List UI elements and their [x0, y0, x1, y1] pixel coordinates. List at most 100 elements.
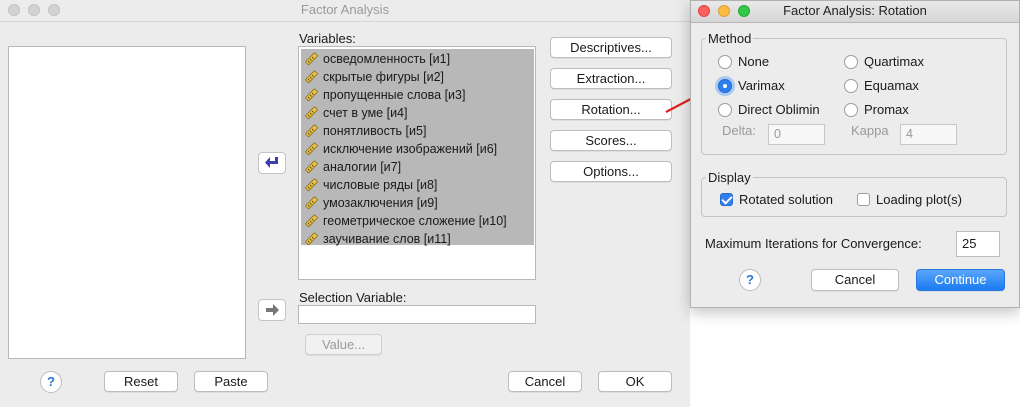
radio-direct-oblimin-indicator [718, 102, 732, 117]
loading-plots-check-indicator [857, 193, 870, 206]
ruler-icon [305, 232, 318, 246]
rotation-window-title: Factor Analysis: Rotation [783, 3, 927, 18]
rotation-cancel-button[interactable]: Cancel [811, 269, 899, 291]
variable-name: осведомленность [и1] [323, 52, 451, 66]
main-window-title: Factor Analysis [300, 2, 390, 17]
continue-button[interactable]: Continue [916, 269, 1005, 291]
extraction-button[interactable]: Extraction... [550, 68, 672, 89]
variable-list-item[interactable]: счет в уме [и4] [304, 104, 407, 122]
move-selection-variable-button[interactable] [258, 299, 286, 321]
arrow-left-icon [265, 157, 278, 168]
display-group-label: Display [706, 170, 753, 185]
radio-equamax-indicator [844, 78, 858, 93]
variable-list-item[interactable]: исключение изображений [и6] [304, 140, 497, 158]
radio-varimax-indicator [718, 78, 732, 93]
radio-none-label: None [738, 54, 770, 69]
variable-name: пропущенные слова [и3] [323, 88, 466, 102]
max-iterations-field[interactable]: 25 [956, 231, 1000, 257]
variable-list-item[interactable]: умозаключения [и9] [304, 194, 438, 212]
rotation-help-button[interactable]: ? [739, 269, 761, 291]
close-window-button[interactable] [698, 5, 710, 17]
variable-name: числовые ряды [и8] [323, 178, 438, 192]
main-titlebar: Factor Analysis [0, 0, 690, 22]
loading-plots-checkbox[interactable]: Loading plot(s) [857, 192, 962, 207]
radio-quartimax-label: Quartimax [864, 54, 924, 69]
radio-quartimax-indicator [844, 54, 858, 69]
cancel-button[interactable]: Cancel [508, 371, 582, 392]
selection-variable-label: Selection Variable: [299, 290, 407, 305]
method-group-label: Method [706, 31, 754, 46]
variable-name: скрытые фигуры [и2] [323, 70, 445, 84]
ok-button[interactable]: OK [598, 371, 672, 392]
help-button[interactable]: ? [40, 371, 62, 393]
variable-list-item[interactable]: понятливость [и5] [304, 122, 426, 140]
ruler-icon [305, 178, 318, 192]
variables-list[interactable]: осведомленность [и1] скрытые фигуры [и2] п… [298, 46, 536, 280]
radio-promax-label: Promax [864, 102, 909, 117]
variable-name: умозаключения [и9] [323, 196, 438, 210]
arrow-right-icon [266, 304, 279, 316]
radio-direct-oblimin[interactable]: Direct Oblimin [718, 102, 820, 117]
radio-equamax-label: Equamax [864, 78, 919, 93]
radio-varimax[interactable]: Varimax [718, 78, 785, 93]
source-variable-list[interactable] [8, 46, 246, 359]
factor-analysis-dialog: Factor Analysis Variables: осведомленнос… [0, 0, 690, 407]
ruler-icon [305, 52, 318, 66]
variable-name: геометрическое сложение [и10] [323, 214, 507, 228]
ruler-icon [305, 214, 318, 228]
radio-none[interactable]: None [718, 54, 769, 69]
ruler-icon [305, 124, 318, 138]
variables-label: Variables: [299, 31, 356, 46]
radio-varimax-label: Varimax [738, 78, 785, 93]
rotation-dialog: Factor Analysis: Rotation Method None Qu… [690, 0, 1020, 308]
variable-name: аналогии [и7] [323, 160, 402, 174]
delta-field[interactable]: 0 [768, 124, 825, 145]
reset-button[interactable]: Reset [104, 371, 178, 392]
variable-list-item[interactable]: пропущенные слова [и3] [304, 86, 465, 104]
minimize-window-button[interactable] [718, 5, 730, 17]
variable-name: заучивание слов [и11] [323, 232, 451, 246]
rotation-button[interactable]: Rotation... [550, 99, 672, 120]
max-iterations-label: Maximum Iterations for Convergence: [705, 236, 922, 251]
delta-label: Delta: [722, 123, 756, 138]
loading-plots-label: Loading plot(s) [876, 192, 962, 207]
variable-name: счет в уме [и4] [323, 106, 408, 120]
scores-button[interactable]: Scores... [550, 130, 672, 151]
minimize-window-button[interactable] [28, 4, 40, 16]
ruler-icon [305, 70, 318, 84]
move-to-variables-button[interactable] [258, 152, 286, 174]
radio-promax[interactable]: Promax [844, 102, 909, 117]
rotation-titlebar: Factor Analysis: Rotation [691, 1, 1019, 23]
kappa-label: Kappa [851, 123, 889, 138]
radio-direct-oblimin-label: Direct Oblimin [738, 102, 820, 117]
variable-list-item[interactable]: геометрическое сложение [и10] [304, 212, 507, 230]
variable-name: исключение изображений [и6] [323, 142, 498, 156]
ruler-icon [305, 142, 318, 156]
rotated-solution-check-indicator [720, 193, 733, 206]
variable-list-item[interactable]: заучивание слов [и11] [304, 230, 451, 248]
value-button[interactable]: Value... [305, 334, 382, 355]
selection-variable-field[interactable] [298, 305, 536, 324]
paste-button[interactable]: Paste [194, 371, 268, 392]
variable-list-item[interactable]: числовые ряды [и8] [304, 176, 437, 194]
variable-list-item[interactable]: осведомленность [и1] [304, 50, 450, 68]
variable-name: понятливость [и5] [323, 124, 427, 138]
zoom-window-button[interactable] [48, 4, 60, 16]
kappa-field[interactable]: 4 [900, 124, 957, 145]
ruler-icon [305, 160, 318, 174]
ruler-icon [305, 106, 318, 120]
variable-list-item[interactable]: аналогии [и7] [304, 158, 401, 176]
variable-list-item[interactable]: скрытые фигуры [и2] [304, 68, 444, 86]
zoom-window-button[interactable] [738, 5, 750, 17]
descriptives-button[interactable]: Descriptives... [550, 37, 672, 58]
background-area [690, 308, 1020, 407]
options-button[interactable]: Options... [550, 161, 672, 182]
rotated-solution-label: Rotated solution [739, 192, 833, 207]
radio-equamax[interactable]: Equamax [844, 78, 919, 93]
ruler-icon [305, 196, 318, 210]
rotated-solution-checkbox[interactable]: Rotated solution [720, 192, 833, 207]
radio-none-indicator [718, 54, 732, 69]
close-window-button[interactable] [8, 4, 20, 16]
ruler-icon [305, 88, 318, 102]
radio-quartimax[interactable]: Quartimax [844, 54, 924, 69]
